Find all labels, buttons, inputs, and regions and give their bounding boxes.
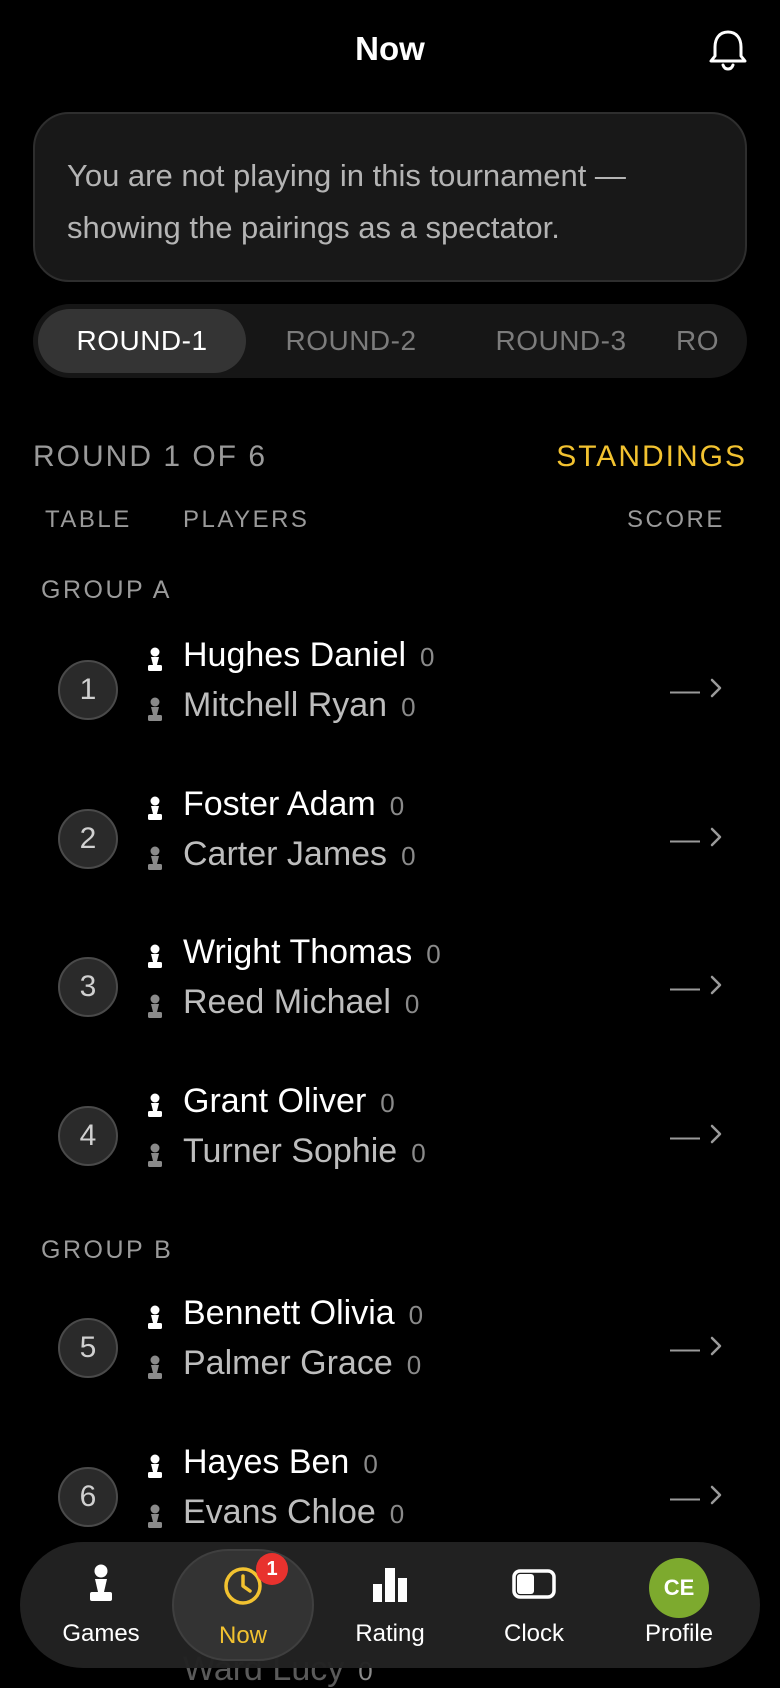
pairing-row[interactable]: 5 Bennett Olivia 0 Palmer Grace 0 —	[0, 1294, 780, 1410]
white-score: 0	[420, 642, 435, 672]
group-label: GROUP B	[41, 1236, 174, 1264]
black-score: 0	[404, 989, 420, 1019]
table-number: 1	[58, 660, 118, 720]
tab-round-4[interactable]: RO	[666, 309, 747, 373]
result: —	[670, 1120, 700, 1153]
chevron-right-icon	[710, 678, 722, 698]
avatar: CE	[649, 1558, 709, 1618]
table-number: 2	[58, 809, 118, 869]
white-player: Foster Adam 0	[183, 785, 405, 823]
pairing-row[interactable]: 2 Foster Adam 0 Carter James 0 —	[0, 785, 780, 901]
result: —	[670, 1332, 700, 1365]
white-pawn-icon	[148, 647, 162, 671]
spectator-notice: You are not playing in this tournament —…	[33, 112, 747, 282]
chevron-right-icon	[710, 1485, 722, 1505]
column-header-table: TABLE	[45, 506, 132, 533]
black-player: Reed Michael 0	[183, 983, 420, 1021]
tab-round-3[interactable]: ROUND-3	[456, 309, 666, 373]
black-pawn-icon	[148, 1143, 162, 1167]
table-number: 5	[58, 1318, 118, 1378]
white-pawn-icon	[148, 944, 162, 968]
result: —	[670, 674, 700, 707]
white-player: Hughes Daniel 0	[183, 636, 435, 674]
white-score: 0	[380, 1088, 395, 1118]
black-score: 0	[401, 841, 416, 871]
black-pawn-icon	[148, 697, 162, 721]
table-number: 3	[58, 957, 118, 1017]
tab-round-1[interactable]: ROUND-1	[38, 309, 246, 373]
tab-label: Profile	[644, 1620, 714, 1647]
column-header-players: PLAYERS	[183, 506, 310, 533]
chevron-right-icon	[710, 1336, 722, 1356]
chevron-right-icon	[710, 1124, 722, 1144]
standings-link[interactable]: STANDINGS	[556, 440, 747, 474]
notification-badge: 1	[256, 1553, 288, 1585]
black-pawn-icon	[148, 1355, 162, 1379]
round-label: ROUND 1 OF 6	[33, 440, 268, 473]
chevron-right-icon	[710, 827, 722, 847]
white-score: 0	[389, 791, 405, 821]
black-score: 0	[411, 1138, 426, 1168]
white-player: Wright Thomas 0	[183, 933, 441, 971]
white-player: Grant Oliver 0	[183, 1082, 395, 1120]
round-tabs: ROUND-1 ROUND-2 ROUND-3 RO	[33, 304, 747, 378]
tab-profile[interactable]: CE Profile	[614, 1542, 744, 1668]
tab-now[interactable]: 1 Now	[172, 1549, 314, 1661]
pawn-icon	[90, 1564, 112, 1601]
tab-games[interactable]: Games	[36, 1542, 166, 1668]
black-player: Carter James 0	[183, 835, 416, 873]
bell-icon[interactable]	[704, 26, 752, 74]
result: —	[670, 823, 700, 856]
black-score: 0	[406, 1350, 422, 1380]
tab-label: Rating	[355, 1620, 425, 1647]
table-number: 4	[58, 1106, 118, 1166]
pairing-row[interactable]: 4 Grant Oliver 0 Turner Sophie 0 —	[0, 1082, 780, 1198]
column-header-score: SCORE	[627, 506, 725, 533]
black-player: Mitchell Ryan 0	[183, 686, 416, 724]
black-score: 0	[389, 1499, 405, 1529]
white-player: Hayes Ben 0	[183, 1443, 378, 1481]
pairing-row[interactable]: 1 Hughes Daniel 0 Mitchell Ryan 0 —	[0, 636, 780, 752]
white-score: 0	[426, 939, 441, 969]
bar-chart-icon	[373, 1568, 407, 1602]
white-player: Bennett Olivia 0	[183, 1294, 424, 1332]
table-number: 6	[58, 1467, 118, 1527]
black-pawn-icon	[148, 846, 162, 870]
tab-label: Clock	[503, 1620, 564, 1647]
white-pawn-icon	[148, 796, 162, 820]
tab-label: Games	[62, 1620, 140, 1647]
pairing-row[interactable]: 3 Wright Thomas 0 Reed Michael 0 —	[0, 933, 780, 1049]
result: —	[670, 1481, 700, 1514]
white-pawn-icon	[148, 1454, 162, 1478]
tab-clock[interactable]: Clock	[469, 1542, 599, 1668]
chevron-right-icon	[710, 975, 722, 995]
tab-rating[interactable]: Rating	[325, 1542, 455, 1668]
page-title: Now	[355, 30, 425, 67]
round-info-row: ROUND 1 OF 6 STANDINGS	[33, 440, 747, 480]
bottom-tab-bar: Games 1 Now Rating Clock CE Profile	[20, 1542, 760, 1668]
white-score: 0	[408, 1300, 424, 1330]
black-player: Palmer Grace 0	[183, 1344, 422, 1382]
header: Now	[0, 0, 780, 104]
group-label: GROUP A	[41, 576, 172, 604]
black-player: Evans Chloe 0	[183, 1493, 405, 1531]
chess-clock-icon	[512, 1569, 556, 1599]
white-pawn-icon	[148, 1093, 162, 1117]
white-score: 0	[363, 1449, 378, 1479]
white-pawn-icon	[148, 1305, 162, 1329]
tab-label: Now	[218, 1622, 267, 1649]
black-pawn-icon	[148, 994, 162, 1018]
black-pawn-icon	[148, 1504, 162, 1528]
black-player: Turner Sophie 0	[183, 1132, 426, 1170]
black-score: 0	[401, 692, 416, 722]
tab-round-2[interactable]: ROUND-2	[246, 309, 456, 373]
result: —	[670, 971, 700, 1004]
